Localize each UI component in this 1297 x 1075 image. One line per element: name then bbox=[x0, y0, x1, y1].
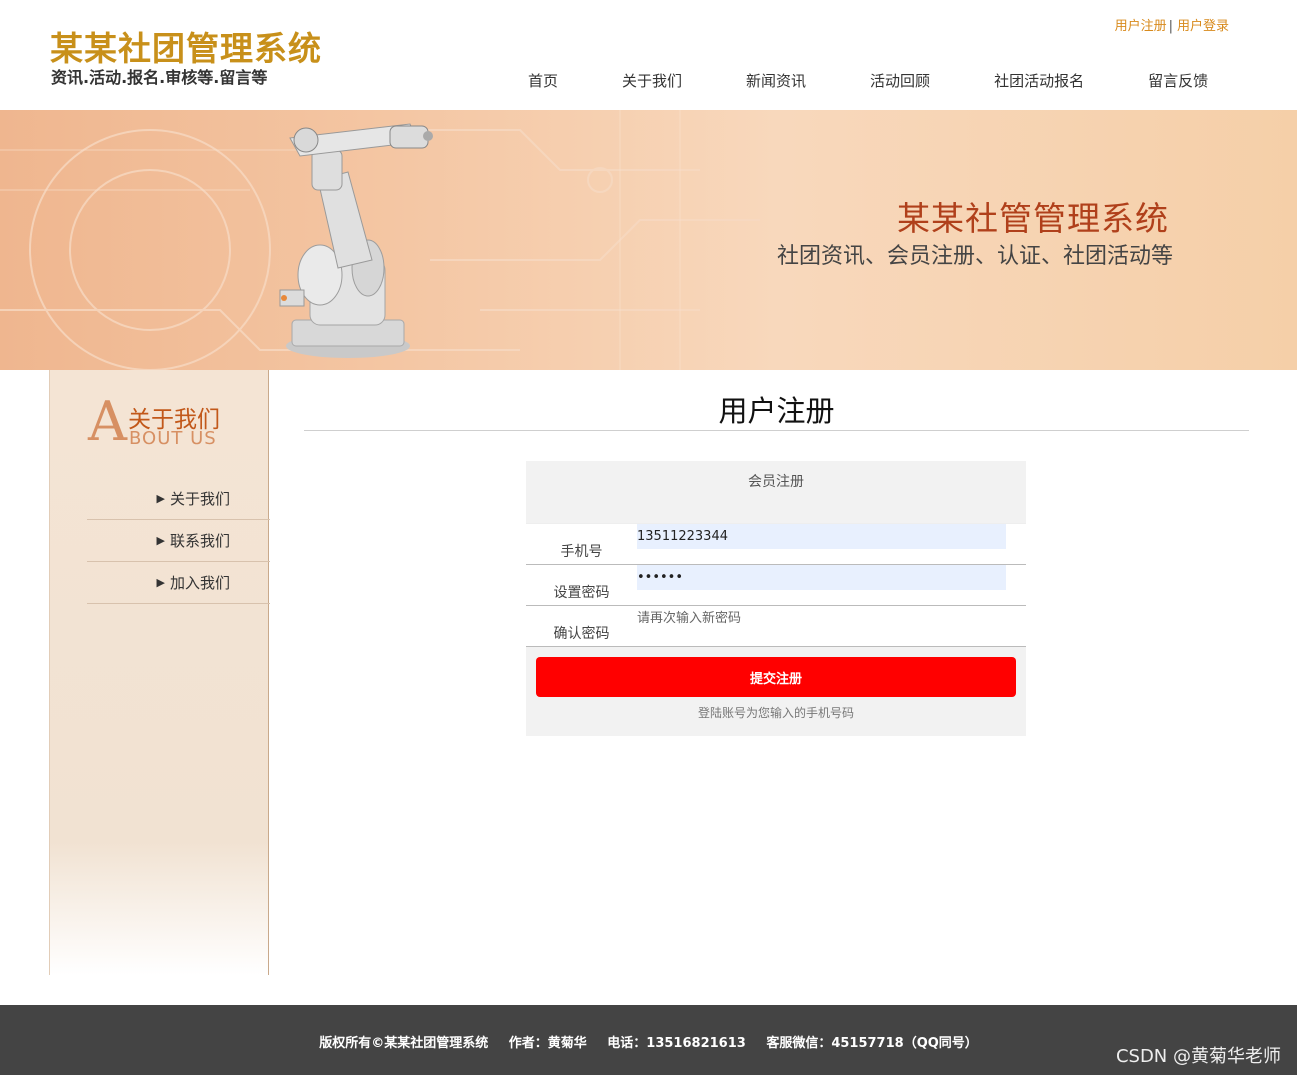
footer-phone: 电话：13516821613 bbox=[607, 1036, 746, 1051]
main-nav: 首页 关于我们 新闻资讯 活动回顾 社团活动报名 留言反馈 bbox=[496, 70, 1240, 91]
banner-subtitle: 社团资讯、会员注册、认证、社团活动等 bbox=[776, 244, 1173, 269]
title-divider bbox=[304, 430, 1249, 431]
confirm-password-row: 确认密码 bbox=[526, 606, 1026, 647]
footer-text: 版权所有©某某社团管理系统 作者：黄菊华 电话：13516821613 客服微信… bbox=[0, 1032, 1297, 1051]
nav-item-news[interactable]: 新闻资讯 bbox=[714, 70, 838, 91]
footer: 版权所有©某某社团管理系统 作者：黄菊华 电话：13516821613 客服微信… bbox=[0, 1005, 1297, 1075]
nav-item-about[interactable]: 关于我们 bbox=[590, 70, 714, 91]
nav-item-home[interactable]: 首页 bbox=[496, 70, 590, 91]
phone-label: 手机号 bbox=[560, 544, 603, 560]
about-letter-decoration: A bbox=[88, 390, 127, 453]
login-hint: 登陆账号为您输入的手机号码 bbox=[697, 706, 854, 720]
login-link[interactable]: 用户登录 bbox=[1177, 19, 1229, 34]
footer-wechat: 客服微信：45157718（QQ同号） bbox=[766, 1036, 978, 1051]
csdn-watermark: CSDN @黄菊华老师 bbox=[1115, 1046, 1281, 1067]
nav-item-feedback[interactable]: 留言反馈 bbox=[1116, 70, 1240, 91]
confirm-password-label: 确认密码 bbox=[553, 626, 610, 642]
confirm-password-input[interactable] bbox=[637, 606, 1006, 631]
password-label: 设置密码 bbox=[553, 585, 610, 601]
nav-item-review[interactable]: 活动回顾 bbox=[838, 70, 962, 91]
sidebar-heading-en: BOUT US bbox=[129, 428, 217, 449]
phone-row: 手机号 bbox=[526, 524, 1026, 565]
banner: 某某社管管理系统 社团资讯、会员注册、认证、社团活动等 bbox=[0, 110, 1297, 370]
footer-copyright: 版权所有©某某社团管理系统 bbox=[319, 1036, 489, 1051]
phone-input[interactable] bbox=[637, 524, 1006, 549]
form-header: 会员注册 bbox=[748, 474, 804, 490]
robot-arm-image bbox=[279, 123, 433, 358]
sidebar-item-label: 关于我们 bbox=[169, 490, 230, 508]
sidebar-item-label: 加入我们 bbox=[169, 574, 230, 592]
sidebar-item-label: 联系我们 bbox=[169, 532, 230, 550]
chevron-right-icon: ▶ bbox=[156, 576, 165, 589]
password-row: 设置密码 bbox=[526, 565, 1026, 606]
sidebar-list: ▶ 关于我们 ▶ 联系我们 ▶ 加入我们 bbox=[87, 478, 270, 604]
submit-register-button[interactable]: 提交注册 bbox=[536, 657, 1016, 697]
top-links: 用户注册 | 用户登录 bbox=[1115, 15, 1229, 34]
register-link[interactable]: 用户注册 bbox=[1115, 19, 1167, 34]
header: 某某社团管理系统 资讯.活动.报名.审核等.留言等 用户注册 | 用户登录 首页 关… bbox=[0, 0, 1297, 110]
form-rows: 手机号 设置密码 确认密码 bbox=[526, 523, 1026, 647]
sidebar: A 关于我们 BOUT US ▶ 关于我们 ▶ 联系我们 ▶ 加入我们 bbox=[49, 370, 270, 975]
page-title: 用户注册 bbox=[718, 394, 835, 428]
password-input[interactable] bbox=[637, 565, 1006, 590]
footer-author: 作者：黄菊华 bbox=[508, 1036, 587, 1051]
logo-title[interactable]: 某某社团管理系统 bbox=[50, 22, 322, 70]
register-form: 会员注册 手机号 设置密码 确认密码 提交注册 登陆账号为您输入的手机号码 bbox=[526, 461, 1026, 736]
sidebar-item-contact[interactable]: ▶ 联系我们 bbox=[87, 520, 270, 562]
chevron-right-icon: ▶ bbox=[156, 492, 165, 505]
nav-item-signup[interactable]: 社团活动报名 bbox=[962, 70, 1116, 91]
chevron-right-icon: ▶ bbox=[156, 534, 165, 547]
top-links-separator: | bbox=[1168, 19, 1173, 34]
sidebar-item-about[interactable]: ▶ 关于我们 bbox=[87, 478, 270, 520]
banner-title: 某某社管管理系统 bbox=[897, 199, 1169, 238]
logo-subtitle: 资讯.活动.报名.审核等.留言等 bbox=[51, 68, 268, 87]
sidebar-item-join[interactable]: ▶ 加入我们 bbox=[87, 562, 270, 604]
